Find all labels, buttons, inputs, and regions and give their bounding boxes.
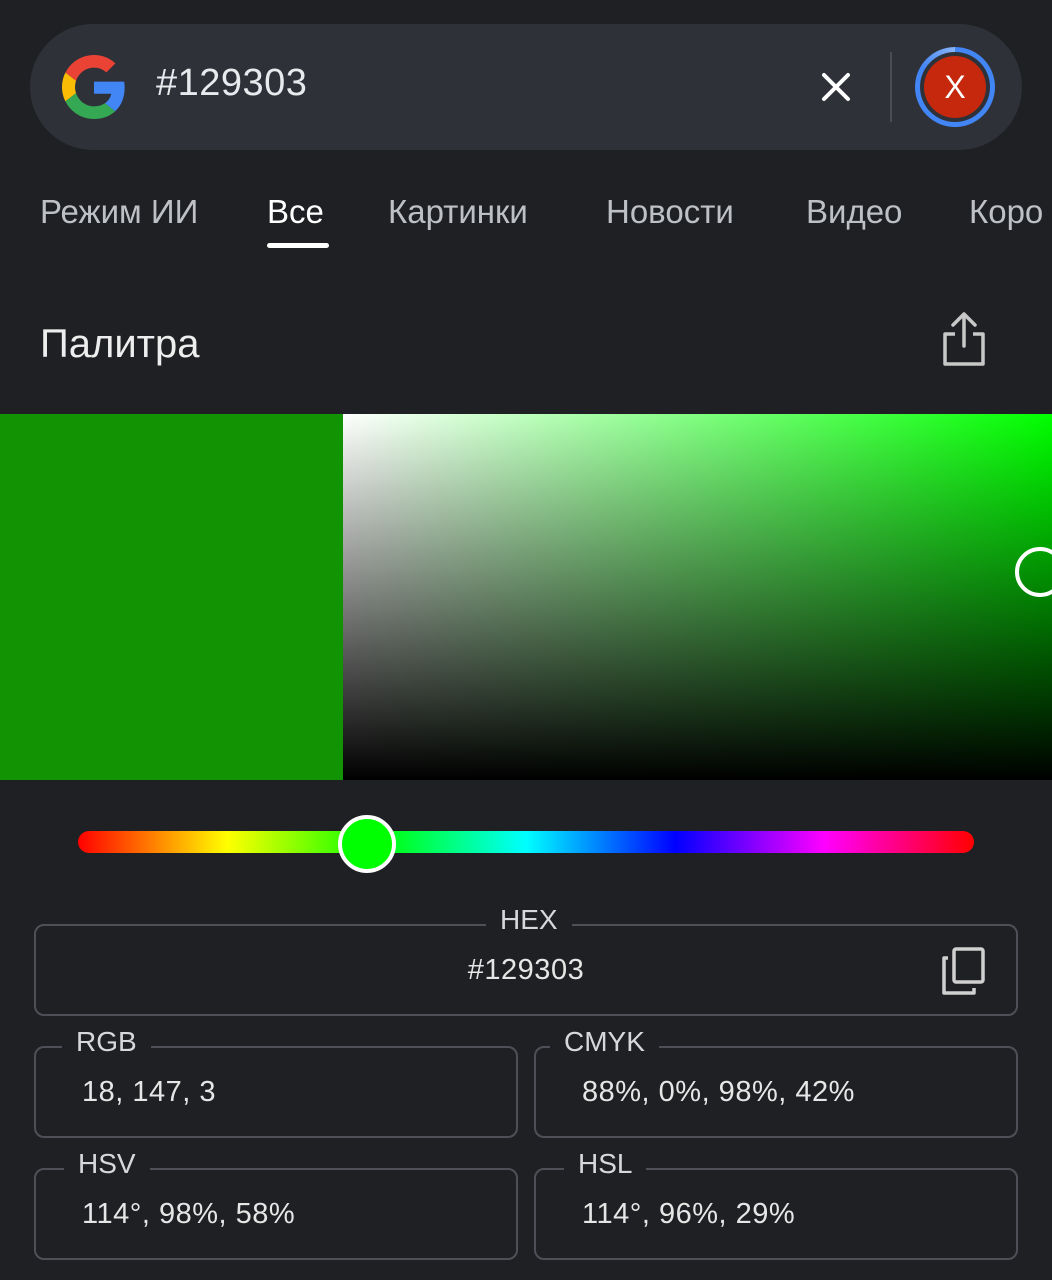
- cmyk-value[interactable]: 88%, 0%, 98%, 42%: [582, 1076, 855, 1109]
- hex-value[interactable]: #129303: [36, 954, 1016, 987]
- copy-icon[interactable]: [940, 946, 986, 996]
- hue-slider[interactable]: [78, 831, 974, 853]
- hex-field[interactable]: HEX #129303: [34, 904, 1018, 1016]
- hsv-value[interactable]: 114°, 98%, 58%: [82, 1198, 295, 1231]
- hsl-label: HSL: [564, 1148, 647, 1180]
- hsl-value[interactable]: 114°, 96%, 29%: [582, 1198, 795, 1231]
- palette-header: Палитра: [0, 272, 1052, 412]
- rgb-label: RGB: [62, 1026, 151, 1058]
- account-avatar-button[interactable]: X: [915, 47, 995, 127]
- search-bar[interactable]: #129303 X: [30, 24, 1022, 150]
- google-logo-icon: [62, 55, 125, 119]
- tab-images[interactable]: Картинки: [388, 193, 528, 231]
- tab-videos[interactable]: Видео: [806, 193, 902, 231]
- selected-color-swatch: [0, 414, 343, 780]
- top-bar: #129303 X Режим ИИ Все Картинки Новости …: [0, 0, 1052, 272]
- search-query-text[interactable]: #129303: [156, 62, 307, 105]
- share-icon[interactable]: [940, 310, 988, 368]
- saturation-value-picker[interactable]: [343, 414, 1052, 780]
- tab-all[interactable]: Все: [267, 193, 324, 231]
- cmyk-label: CMYK: [550, 1026, 659, 1058]
- palette-title: Палитра: [40, 322, 200, 366]
- hsv-field[interactable]: HSV 114°, 98%, 58%: [34, 1148, 518, 1260]
- hex-label: HEX: [486, 904, 572, 936]
- cmyk-field[interactable]: CMYK 88%, 0%, 98%, 42%: [534, 1026, 1018, 1138]
- rgb-field[interactable]: RGB 18, 147, 3: [34, 1026, 518, 1138]
- avatar-letter: X: [924, 56, 986, 118]
- search-tabs: Режим ИИ Все Картинки Новости Видео Коро: [0, 185, 1052, 255]
- tab-short-videos[interactable]: Коро: [969, 193, 1043, 231]
- hsv-label: HSV: [64, 1148, 150, 1180]
- clear-search-icon[interactable]: [816, 67, 856, 107]
- sv-black-overlay: [343, 414, 1052, 780]
- hue-slider-handle[interactable]: [338, 815, 396, 873]
- tab-news[interactable]: Новости: [606, 193, 734, 231]
- rgb-value[interactable]: 18, 147, 3: [82, 1076, 216, 1109]
- tab-ai-mode[interactable]: Режим ИИ: [40, 193, 198, 231]
- active-tab-indicator: [267, 243, 329, 248]
- avatar: X: [920, 52, 990, 122]
- divider: [890, 52, 892, 122]
- hsl-field[interactable]: HSL 114°, 96%, 29%: [534, 1148, 1018, 1260]
